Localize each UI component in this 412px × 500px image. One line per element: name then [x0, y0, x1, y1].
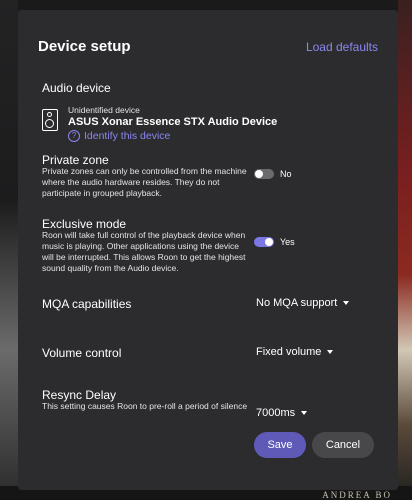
volume-control-label: Volume control — [42, 346, 122, 360]
volume-control-value: Fixed volume — [256, 346, 322, 358]
background-right-strip — [398, 0, 412, 500]
identify-device-link[interactable]: ? Identify this device — [68, 130, 277, 142]
question-circle-icon: ? — [68, 130, 80, 142]
private-zone-toggle-row: No — [254, 169, 292, 179]
speaker-icon — [42, 109, 58, 131]
mqa-capabilities-label: MQA capabilities — [42, 297, 132, 311]
identify-device-label: Identify this device — [84, 130, 171, 142]
chevron-down-icon — [301, 411, 308, 415]
exclusive-mode-description: Roon will take full control of the playb… — [42, 230, 246, 273]
device-setup-dialog: Device setup Load defaults Audio device … — [18, 10, 398, 490]
dialog-header: Device setup Load defaults — [38, 38, 378, 55]
mqa-capabilities-value: No MQA support — [256, 297, 338, 309]
exclusive-mode-value: Yes — [280, 237, 295, 247]
resync-delay-label: Resync Delay — [42, 388, 117, 402]
exclusive-mode-toggle[interactable] — [254, 237, 274, 247]
private-zone-label: Private zone — [42, 153, 109, 167]
private-zone-value: No — [280, 169, 292, 179]
dialog-footer: Save Cancel — [18, 418, 398, 490]
dialog-title: Device setup — [38, 38, 131, 55]
chevron-down-icon — [343, 301, 350, 305]
volume-control-select[interactable]: Fixed volume — [256, 346, 334, 358]
load-defaults-link[interactable]: Load defaults — [306, 40, 378, 54]
exclusive-mode-toggle-row: Yes — [254, 237, 295, 247]
device-name: ASUS Xonar Essence STX Audio Device — [68, 116, 278, 128]
background-left-strip — [0, 0, 18, 500]
private-zone-toggle[interactable] — [254, 169, 274, 179]
exclusive-mode-label: Exclusive mode — [42, 217, 127, 231]
background-caption: ANDREA BO — [322, 490, 392, 500]
chevron-down-icon — [327, 350, 334, 354]
cancel-button[interactable]: Cancel — [312, 432, 374, 458]
mqa-capabilities-select[interactable]: No MQA support — [256, 297, 350, 309]
audio-device-row: Unidentified device ASUS Xonar Essence S… — [42, 105, 277, 142]
audio-device-label: Audio device — [42, 81, 111, 95]
save-button[interactable]: Save — [254, 432, 306, 458]
resync-delay-description: This setting causes Roon to pre-roll a p… — [42, 401, 248, 411]
device-subtitle: Unidentified device — [68, 105, 140, 115]
private-zone-description: Private zones can only be controlled fro… — [42, 166, 247, 198]
device-info: Unidentified device ASUS Xonar Essence S… — [68, 105, 277, 142]
